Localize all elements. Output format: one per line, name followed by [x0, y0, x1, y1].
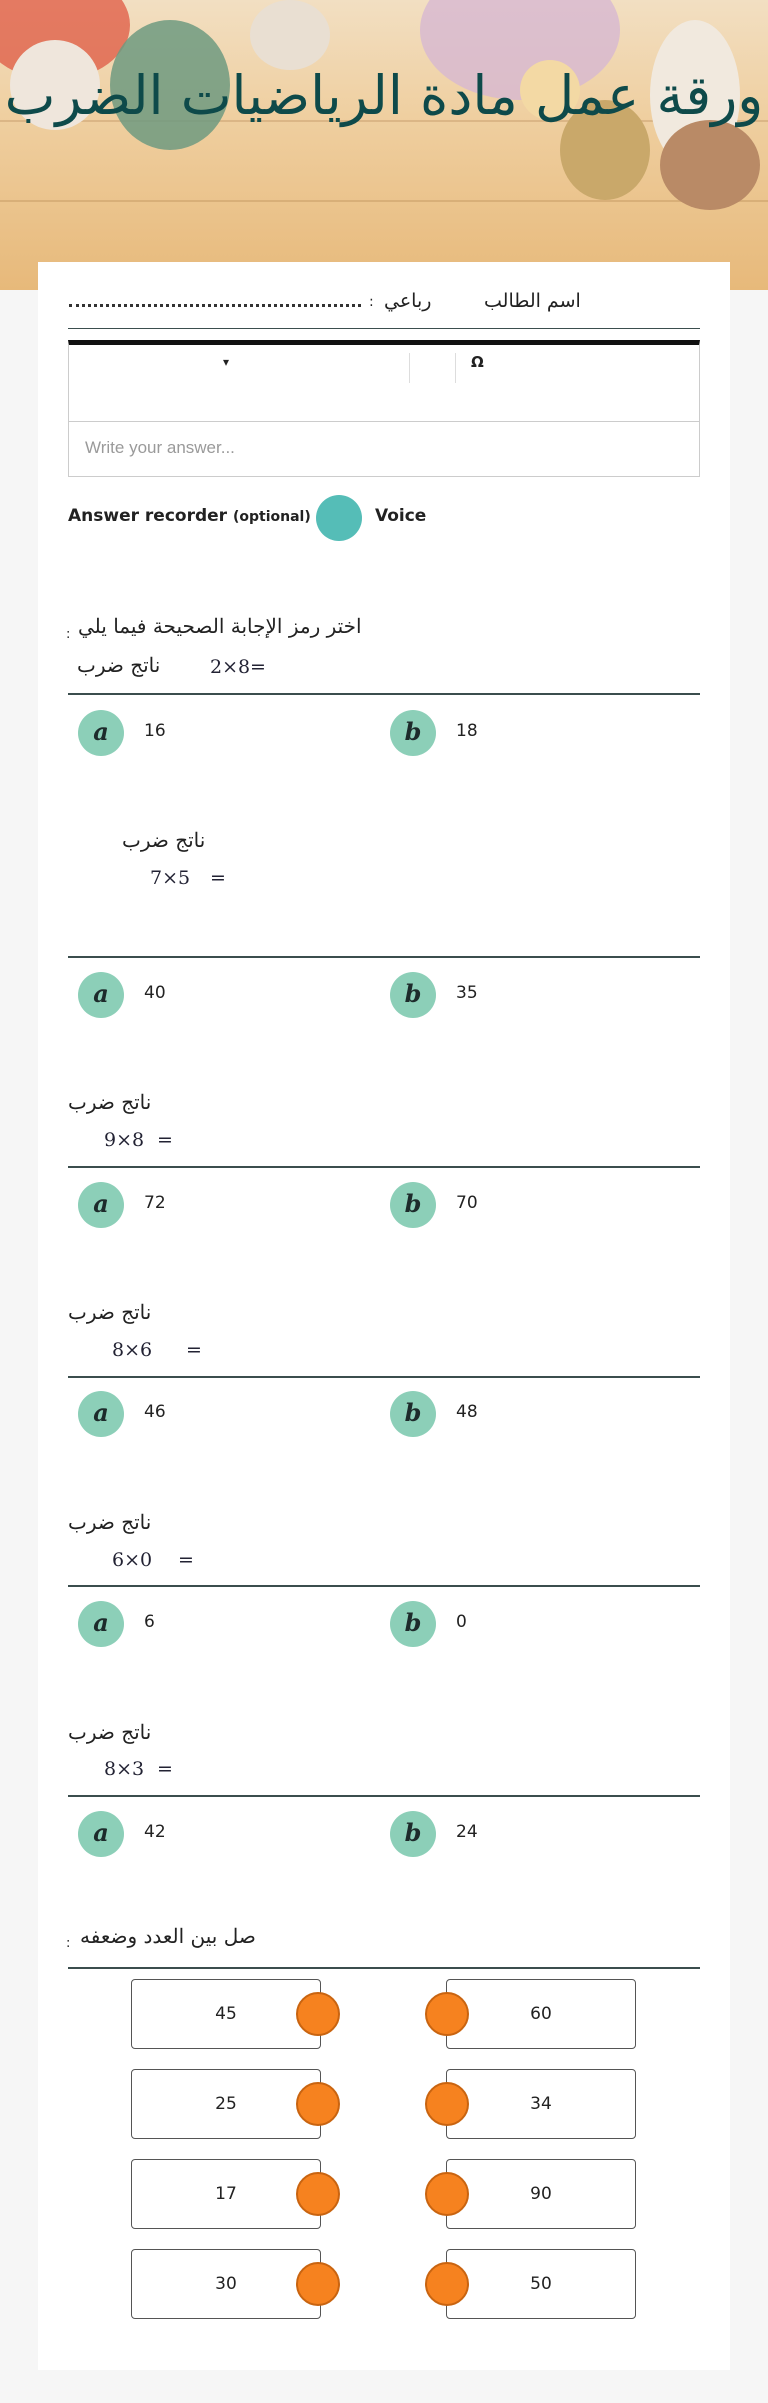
question-expression: 8×6 [112, 1339, 153, 1361]
option-a-value: 72 [144, 1193, 166, 1213]
option-b-button[interactable]: b [390, 1811, 436, 1857]
option-a-value: 6 [144, 1612, 155, 1632]
divider [68, 1967, 700, 1969]
option-a-button[interactable]: a [78, 1601, 124, 1647]
question-expression: 8×3 [104, 1758, 145, 1780]
question-text: ناتج ضرب [68, 1090, 152, 1114]
answer-input[interactable]: Write your answer... [68, 421, 700, 477]
divider [68, 1795, 700, 1797]
question-expression: 6×0 [112, 1549, 153, 1571]
name-dotted-line [69, 304, 361, 307]
option-a-value: 40 [144, 983, 166, 1003]
question-expression: 9×8 [104, 1129, 145, 1151]
option-b-button[interactable]: b [390, 1182, 436, 1228]
text-toolbar: ▾ Ω [68, 340, 700, 422]
special-character-button[interactable]: Ω [471, 353, 484, 371]
match-left-connector[interactable] [296, 2172, 340, 2216]
toolbar-separator [455, 353, 456, 383]
divider [68, 693, 700, 695]
match-left-item[interactable]: 25 [131, 2069, 321, 2139]
option-a-value: 42 [144, 1822, 166, 1842]
match-right-connector[interactable] [425, 2262, 469, 2306]
option-b-value: 48 [456, 1402, 478, 1422]
divider [68, 956, 700, 958]
question-text: ناتج ضرب [68, 1510, 152, 1534]
option-b-value: 70 [456, 1193, 478, 1213]
voice-label: Voice [375, 506, 427, 526]
student-name-label: اسم الطالب [484, 290, 581, 312]
match-right-item[interactable]: 90 [446, 2159, 636, 2229]
option-a-button[interactable]: a [78, 972, 124, 1018]
equals-sign: = [178, 1549, 194, 1571]
equals-sign: = [210, 867, 226, 889]
divider [68, 328, 700, 329]
question-text: ناتج ضرب [68, 1720, 152, 1744]
separator: : [369, 294, 374, 310]
match-right-connector[interactable] [425, 2172, 469, 2216]
match-right-item[interactable]: 50 [446, 2249, 636, 2319]
match-left-item[interactable]: 45 [131, 1979, 321, 2049]
equals-sign: = [186, 1339, 202, 1361]
instructions-text: اختر رمز الإجابة الصحيحة فيما يلي [78, 614, 362, 638]
equals-sign: = [157, 1758, 173, 1780]
question-text: ناتج ضرب [77, 653, 161, 677]
chevron-down-icon: ▾ [223, 355, 230, 369]
header-banner: ورقة عمل مادة الرياضيات الضرب [0, 0, 768, 290]
option-b-button[interactable]: b [390, 1601, 436, 1647]
record-button[interactable] [316, 495, 362, 541]
match-left-connector[interactable] [296, 2262, 340, 2306]
option-b-button[interactable]: b [390, 972, 436, 1018]
answer-recorder-label: Answer recorder (optional) - [68, 506, 324, 526]
toolbar-separator [409, 353, 410, 383]
option-a-button[interactable]: a [78, 1811, 124, 1857]
question-text: ناتج ضرب [68, 1300, 152, 1324]
font-dropdown-button[interactable]: ▾ [223, 355, 229, 369]
question-expression: 2×8 [210, 656, 251, 678]
option-a-button[interactable]: a [78, 1182, 124, 1228]
option-b-value: 18 [456, 721, 478, 741]
page-title: ورقة عمل مادة الرياضيات الضرب [4, 64, 764, 127]
match-right-connector[interactable] [425, 2082, 469, 2126]
match-left-item[interactable]: 30 [131, 2249, 321, 2319]
option-b-button[interactable]: b [390, 710, 436, 756]
match-left-item[interactable]: 17 [131, 2159, 321, 2229]
option-a-value: 16 [144, 721, 166, 741]
match-right-connector[interactable] [425, 1992, 469, 2036]
divider [68, 1585, 700, 1587]
option-b-value: 0 [456, 1612, 467, 1632]
equals-sign: = [250, 656, 266, 678]
separator: : [66, 627, 71, 642]
question-expression: 7×5 [150, 867, 191, 889]
shell-image [660, 120, 760, 210]
separator: : [66, 1936, 71, 1951]
match-right-item[interactable]: 34 [446, 2069, 636, 2139]
equals-sign: = [157, 1129, 173, 1151]
student-name-value: رباعي [384, 290, 432, 312]
question-text: ناتج ضرب [122, 828, 206, 852]
option-b-value: 24 [456, 1822, 478, 1842]
match-left-connector[interactable] [296, 2082, 340, 2126]
divider [68, 1166, 700, 1168]
option-b-button[interactable]: b [390, 1391, 436, 1437]
option-a-button[interactable]: a [78, 1391, 124, 1437]
option-a-button[interactable]: a [78, 710, 124, 756]
option-a-value: 46 [144, 1402, 166, 1422]
option-b-value: 35 [456, 983, 478, 1003]
match-left-connector[interactable] [296, 1992, 340, 2036]
match-instructions: صل بين العدد وضعفه [80, 1924, 256, 1948]
match-right-item[interactable]: 60 [446, 1979, 636, 2049]
divider [68, 1376, 700, 1378]
